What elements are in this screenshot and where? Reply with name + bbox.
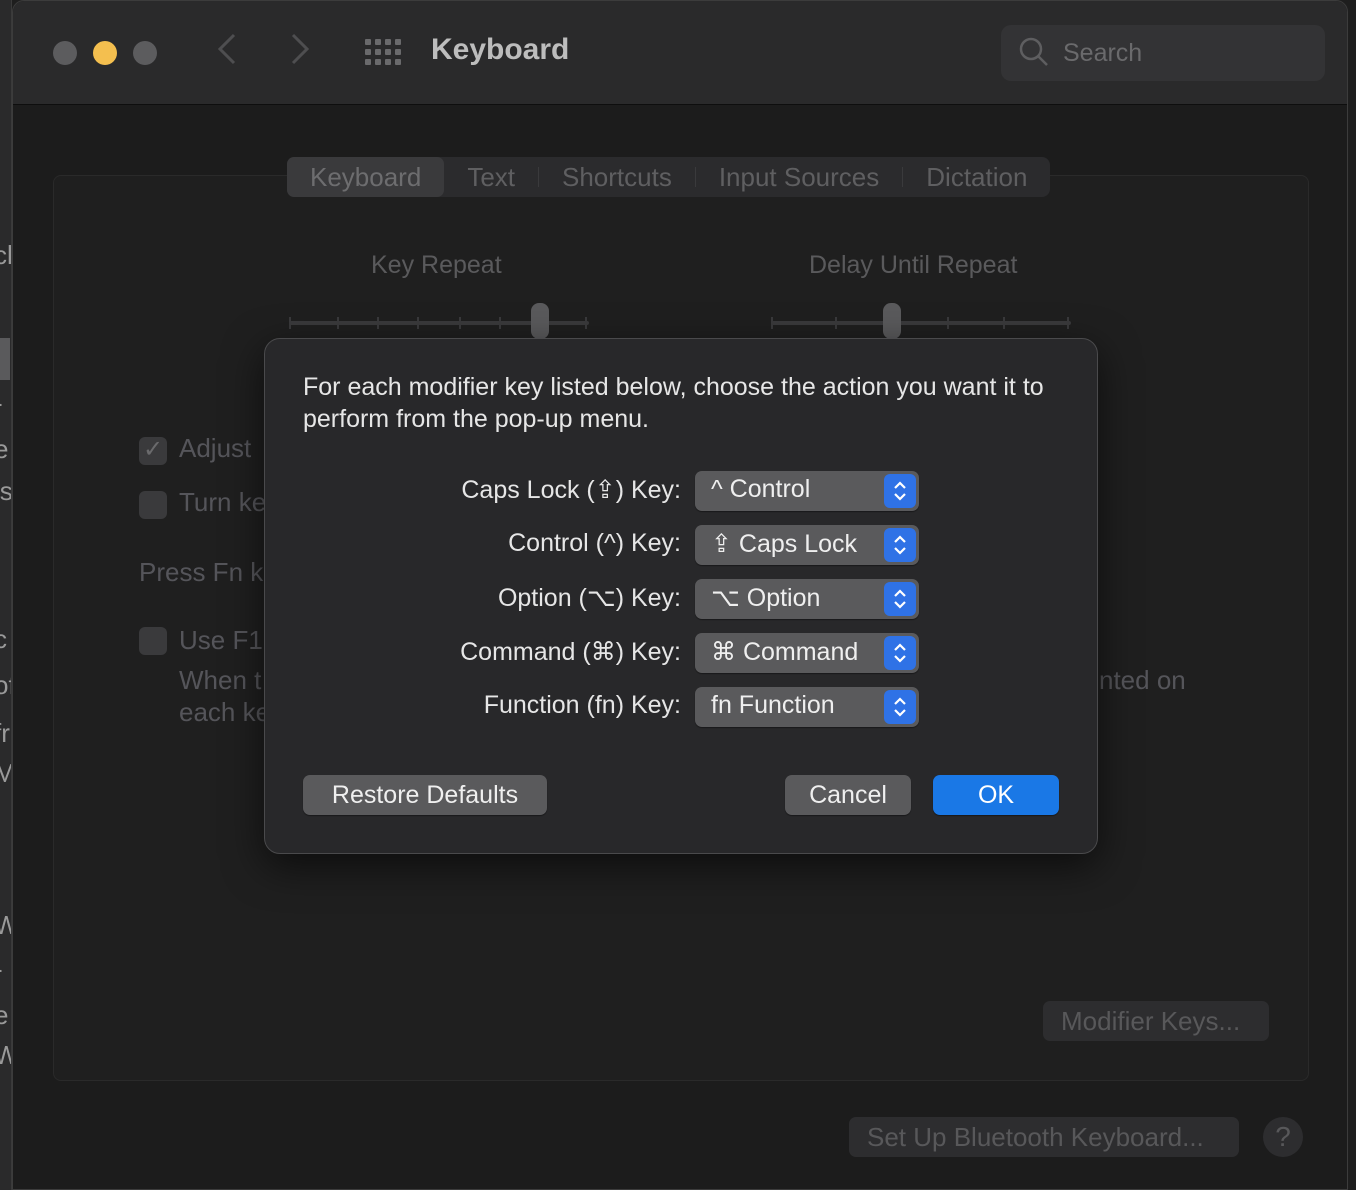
popup-value: ⌘ Command: [711, 638, 859, 666]
chevron-updown-icon: [884, 582, 916, 616]
tab-text[interactable]: Text: [444, 157, 538, 197]
command-popup[interactable]: ⌘ Command: [695, 633, 919, 673]
chevron-updown-icon: [884, 528, 916, 562]
popup-value: ⇪ Caps Lock: [711, 530, 858, 558]
adjust-brightness-checkbox[interactable]: [139, 435, 167, 465]
function-row: Function (fn) Key: fn Function: [265, 687, 1097, 727]
adjust-label: Adjust: [179, 433, 252, 463]
turn-label: Turn ke: [179, 487, 267, 517]
control-popup[interactable]: ⇪ Caps Lock: [695, 525, 919, 565]
minimize-button[interactable]: [93, 41, 117, 65]
command-row: Command (⌘) Key: ⌘ Command: [265, 633, 1097, 673]
popup-value: fn Function: [711, 691, 835, 719]
control-key-label: Control (^) Key:: [508, 529, 681, 557]
option-popup[interactable]: ⌥ Option: [695, 579, 919, 619]
popup-value: ^ Control: [711, 475, 811, 503]
tab-keyboard[interactable]: Keyboard: [287, 157, 445, 197]
command-key-label: Command (⌘) Key:: [460, 638, 681, 666]
function-key-label: Function (fn) Key:: [483, 691, 681, 719]
chevron-updown-icon: [884, 474, 916, 508]
option-row: Option (⌥) Key: ⌥ Option: [265, 579, 1097, 619]
modifier-keys-button[interactable]: Modifier Keys...: [1043, 1001, 1269, 1041]
tab-dictation[interactable]: Dictation: [903, 157, 1050, 197]
window-title: Keyboard: [431, 33, 570, 66]
turn-off-backlight-checkbox[interactable]: [139, 491, 167, 519]
search-field[interactable]: Search: [1001, 25, 1325, 81]
delay-slider-knob[interactable]: [883, 303, 901, 339]
set-up-bluetooth-keyboard-button[interactable]: Set Up Bluetooth Keyboard...: [849, 1117, 1239, 1157]
background-window-edge: cl - e ls c of fr M W - e W: [0, 0, 12, 1190]
chevron-updown-icon: [884, 636, 916, 670]
tab-bar: Keyboard Text Shortcuts Input Sources Di…: [287, 157, 1051, 197]
function-popup[interactable]: fn Function: [695, 687, 919, 727]
show-all-grid-icon[interactable]: [365, 39, 401, 67]
close-button[interactable]: [53, 41, 77, 65]
caps-lock-key-label: Caps Lock (⇪) Key:: [461, 476, 681, 504]
search-placeholder: Search: [1063, 39, 1143, 67]
caps-lock-row: Caps Lock (⇪) Key: ^ Control: [265, 471, 1097, 511]
when-label: When t: [179, 665, 262, 695]
ok-button[interactable]: OK: [933, 775, 1059, 815]
sheet-message: For each modifier key listed below, choo…: [303, 373, 1044, 433]
tab-input-sources[interactable]: Input Sources: [696, 157, 902, 197]
option-key-label: Option (⌥) Key:: [497, 584, 681, 612]
tab-shortcuts[interactable]: Shortcuts: [539, 157, 695, 197]
search-icon: [1019, 37, 1048, 66]
press-fn-label: Press Fn k: [139, 557, 264, 587]
key-repeat-slider-knob[interactable]: [531, 303, 549, 339]
cancel-button[interactable]: Cancel: [785, 775, 911, 815]
chevron-updown-icon: [884, 690, 916, 724]
forward-chevron-icon[interactable]: [289, 31, 311, 76]
restore-defaults-button[interactable]: Restore Defaults: [303, 775, 547, 815]
each-key-label: each ke: [179, 697, 271, 727]
zoom-button[interactable]: [133, 41, 157, 65]
delay-until-repeat-label: Delay Until Repeat: [809, 251, 1018, 279]
control-row: Control (^) Key: ⇪ Caps Lock: [265, 525, 1097, 565]
key-repeat-label: Key Repeat: [371, 251, 502, 279]
modifier-keys-sheet: For each modifier key listed below, choo…: [264, 338, 1098, 854]
use-f1-checkbox[interactable]: [139, 627, 167, 655]
caps-lock-popup[interactable]: ^ Control: [695, 471, 919, 511]
printed-on-label: nted on: [1099, 665, 1186, 695]
popup-value: ⌥ Option: [711, 584, 821, 612]
use-f1-label: Use F1,: [179, 625, 271, 655]
back-chevron-icon[interactable]: [216, 31, 238, 76]
help-button[interactable]: ?: [1263, 1117, 1303, 1157]
title-bar: Keyboard Search: [13, 1, 1347, 105]
